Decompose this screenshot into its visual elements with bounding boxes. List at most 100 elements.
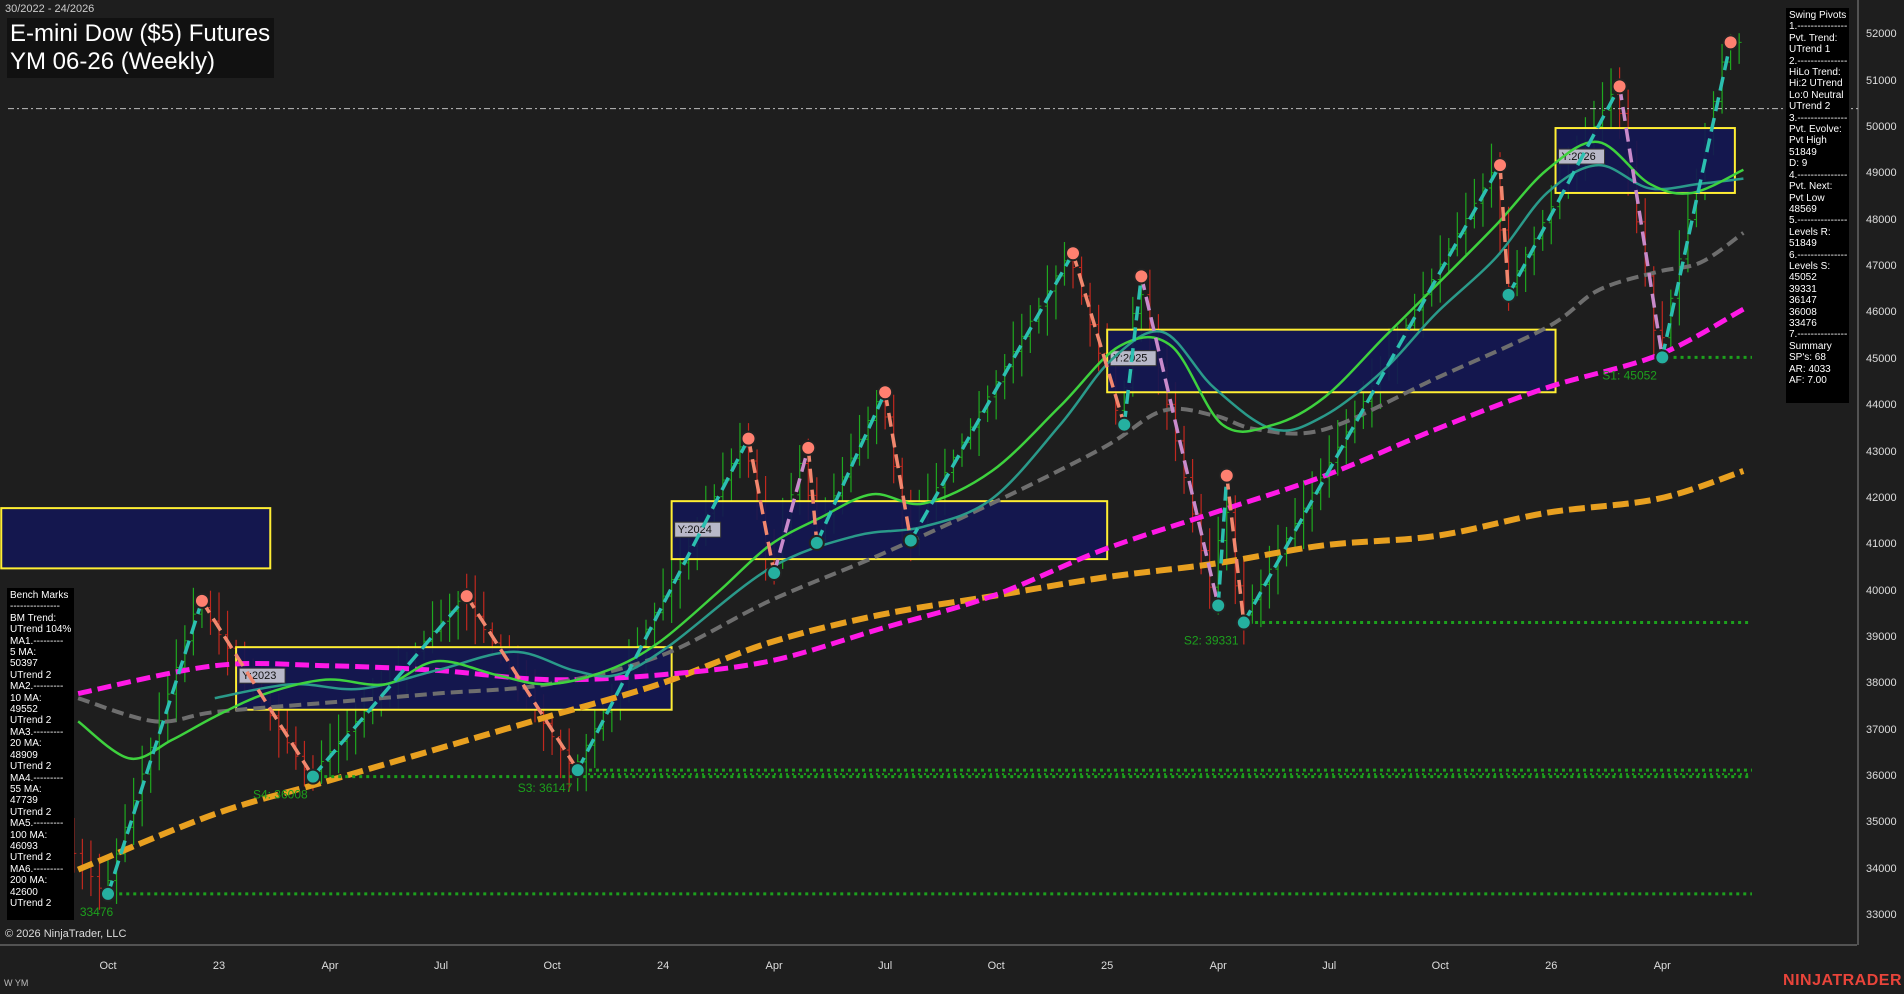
panel-line: ---------------: [10, 601, 60, 613]
panel-line: 36008: [1789, 306, 1817, 318]
panel-line: Pvt. Evolve:: [1789, 124, 1842, 136]
x-tick-label: 26: [1545, 960, 1558, 972]
y-tick-label: 43000: [1866, 445, 1897, 458]
price-chart[interactable]: Y:2023Y:2024Y:2025Y:2026 S1: 45052S2: 39…: [0, 0, 1904, 994]
panel-line: 48909: [10, 749, 38, 761]
x-tick-label: Apr: [1209, 960, 1227, 972]
y-tick-label: 40000: [1866, 584, 1897, 597]
y-tick-label: 45000: [1866, 352, 1897, 365]
x-tick-label: Apr: [1653, 960, 1671, 972]
yearly-box-tag: Y:2023: [238, 667, 286, 684]
pivot-high-marker: [1492, 157, 1509, 174]
panel-line: 48569: [1789, 203, 1817, 215]
swing-line: [106, 600, 204, 895]
pivot-low-marker: [902, 532, 919, 549]
x-tick-label: 23: [212, 960, 226, 972]
copyright: © 2026 NinjaTrader, LLC: [5, 928, 127, 940]
panel-line: 200 MA:: [10, 875, 48, 887]
swing-line: [1139, 275, 1220, 606]
x-tick-label: Oct: [99, 960, 117, 972]
panel-line: Summary: [1789, 340, 1832, 352]
panel-line: 55 MA:: [10, 783, 42, 795]
y-tick-label: 38000: [1866, 677, 1897, 690]
y-tick-label: 44000: [1866, 399, 1897, 412]
panel-line: 4.---------------: [1789, 169, 1848, 181]
x-tick-label: Jul: [878, 960, 893, 972]
panel-line: Hi:2 UTrend: [1789, 78, 1843, 90]
y-tick-label: 35000: [1866, 816, 1897, 829]
y-tick-label: 51000: [1866, 74, 1897, 87]
panel-line: 50397: [10, 658, 38, 670]
panel-line: UTrend 2: [10, 806, 52, 818]
panel-line: D: 9: [1789, 158, 1808, 170]
panel-line: MA5.---------: [10, 818, 64, 830]
swing-line: [1617, 86, 1665, 358]
y-tick-label: 37000: [1866, 723, 1897, 736]
panel-line: SP's: 68: [1789, 352, 1826, 364]
bench-marks-panel: Bench Marks --------------- BM Trend: UTren…: [7, 588, 74, 920]
panel-line: Pvt High: [1789, 135, 1827, 147]
x-tick-label: Jul: [1322, 960, 1337, 972]
swing-line: [1242, 164, 1502, 624]
pivot-high-marker: [1611, 78, 1628, 95]
swing-pivots-panel: Swing Pivots 1.--------------- Pvt. Trend:…: [1786, 8, 1849, 403]
panel-line: 42600: [10, 886, 38, 898]
panel-line: 46093: [10, 840, 38, 852]
pivot-high-marker: [800, 439, 817, 456]
brand-logo: NINJATRADER: [1783, 972, 1902, 989]
panel-line: 100 MA:: [10, 829, 48, 841]
x-tick-label: Oct: [987, 960, 1005, 972]
panel-line: MA3.---------: [10, 726, 64, 738]
panel-line: Pvt. Next:: [1789, 181, 1833, 193]
panel-line: Levels S:: [1789, 260, 1831, 272]
swing-pivot-lines: [106, 41, 1733, 895]
panel-line: 20 MA:: [10, 738, 42, 750]
support-label: S1: 45052: [1602, 368, 1657, 382]
panel-line: Lo:0 Neutral: [1789, 89, 1844, 101]
panel-line: 3.---------------: [1789, 112, 1848, 124]
x-tick-label: Apr: [765, 960, 783, 972]
y-tick-label: 50000: [1866, 121, 1897, 134]
pivot-low-marker: [766, 565, 783, 582]
panel-line: HiLo Trend:: [1789, 67, 1841, 79]
panel-line: 5 MA:: [10, 647, 37, 659]
pivot-low-marker: [808, 534, 825, 551]
x-tick-label: Jul: [434, 960, 449, 972]
pivot-high-marker: [1133, 268, 1150, 285]
y-tick-label: 48000: [1866, 213, 1897, 226]
support-label: S2: 39331: [1184, 634, 1239, 648]
pivot-low-marker: [1500, 286, 1517, 303]
panel-line: 2.---------------: [1789, 55, 1848, 67]
pivot-low-marker: [1116, 416, 1133, 433]
y-tick-label: 46000: [1866, 306, 1897, 319]
pivot-high-marker: [877, 384, 894, 401]
x-tick-label: Apr: [321, 960, 339, 972]
y-tick-label: 36000: [1866, 769, 1897, 782]
panel-line: 36147: [1789, 295, 1817, 307]
x-tick-label: 25: [1101, 960, 1114, 972]
panel-line: UTrend 2: [10, 761, 52, 773]
moving-averages: [8, 108, 1858, 873]
pivot-low-marker: [1654, 349, 1671, 366]
symbol-label: W YM: [4, 978, 29, 988]
support-label: S4: 36008: [253, 788, 308, 802]
panel-line: 6.---------------: [1789, 249, 1848, 261]
panel-line: 7.---------------: [1789, 329, 1848, 341]
panel-line: Bench Marks: [10, 590, 69, 601]
panel-line: 45052: [1789, 272, 1817, 284]
chart-title: E-mini Dow ($5) Futures: [10, 20, 271, 47]
panel-line: 49552: [10, 704, 38, 716]
pivot-high-marker: [193, 592, 210, 609]
panel-line: MA4.---------: [10, 772, 64, 784]
panel-line: UTrend 1: [1789, 44, 1831, 56]
panel-line: Pvt. Trend:: [1789, 32, 1838, 44]
panel-line: 47739: [10, 795, 38, 807]
panel-line: MA2.---------: [10, 681, 64, 693]
support-label: S3: 36147: [518, 781, 573, 795]
x-tick-label: Oct: [1431, 960, 1449, 972]
x-tick-label: Oct: [543, 960, 561, 972]
support-levels: [112, 355, 1752, 896]
x-tick-label: 24: [656, 960, 670, 972]
panel-line: UTrend 104%: [10, 624, 72, 636]
yearly-box: [0, 507, 272, 570]
